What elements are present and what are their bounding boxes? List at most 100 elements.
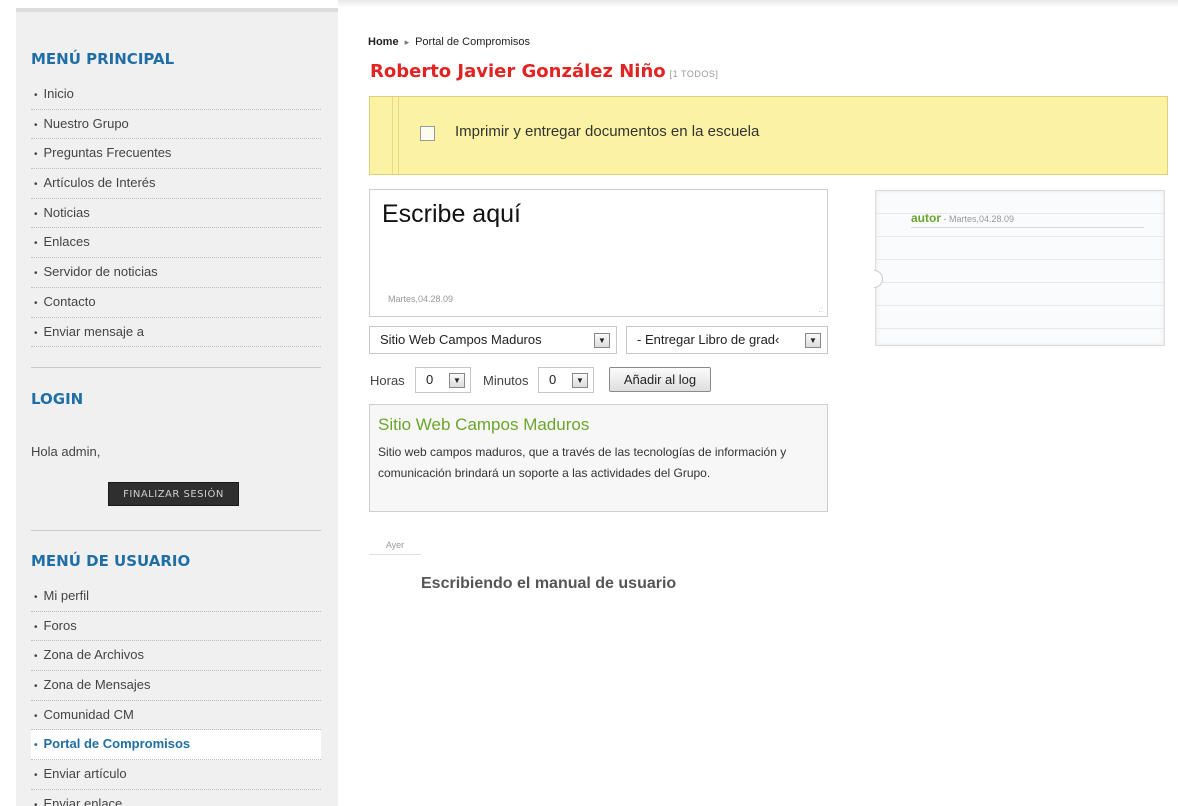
sidebar-item-label: Zona de Archivos xyxy=(43,647,144,663)
page-title: Roberto Javier González Niño [1 TODOS] xyxy=(370,61,718,82)
comment-author[interactable]: autor xyxy=(911,211,941,225)
sidebar-item-label: Enviar mensaje a xyxy=(43,323,144,339)
sidebar-item-label: Zona de Mensajes xyxy=(43,677,151,693)
sidebar-item[interactable]: • Enviar enlace xyxy=(31,790,321,806)
sidebar-item[interactable]: • Enviar artículo xyxy=(31,760,321,790)
sidebar-item[interactable]: • Foros xyxy=(31,612,321,642)
bullet-icon: • xyxy=(34,119,38,131)
divider xyxy=(911,227,1144,228)
sidebar-item[interactable]: • Inicio xyxy=(31,80,321,110)
sidebar-item-label: Contacto xyxy=(43,293,96,309)
sidebar-item-label: Noticias xyxy=(43,204,90,220)
bullet-icon: • xyxy=(34,740,38,752)
sidebar-item[interactable]: • Mi perfil xyxy=(31,582,321,612)
todo-strip xyxy=(398,97,399,174)
comment-date: - Martes,04.28.09 xyxy=(941,214,1015,224)
bullet-icon: • xyxy=(34,208,38,220)
bullet-icon: • xyxy=(34,90,38,101)
sidebar-item-label: Comunidad CM xyxy=(43,706,134,722)
todo-text: Imprimir y entregar documentos en la esc… xyxy=(455,123,760,140)
bullet-icon: • xyxy=(34,149,38,161)
chevron-down-icon[interactable]: ▼ xyxy=(449,373,465,388)
add-log-button[interactable]: Añadir al log xyxy=(609,367,711,392)
breadcrumb: Home ▸ Portal de Compromisos xyxy=(368,36,530,48)
menu-principal-list: • Inicio • Nuestro Grupo • Preguntas Frecuent… xyxy=(31,80,321,348)
bullet-icon: • xyxy=(34,297,38,309)
minutes-label: Minutos xyxy=(483,373,529,388)
bullet-icon: • xyxy=(34,621,38,633)
sidebar-item[interactable]: • Portal de Compromisos xyxy=(31,730,321,761)
sidebar-item[interactable]: • Preguntas Frecuentes xyxy=(31,139,321,170)
bullet-icon: • xyxy=(34,651,38,663)
task-select[interactable]: - Entregar Libro de grad‹ ▼ xyxy=(626,326,828,354)
page-title-text: Roberto Javier González Niño xyxy=(370,61,666,82)
task-select-value: - Entregar Libro de grad‹ xyxy=(637,332,780,347)
note-textarea[interactable]: Escribe aquí Martes,04.28.09 .: xyxy=(369,189,828,317)
menu-principal-heading: MENÚ PRINCIPAL xyxy=(31,50,175,68)
minutes-value: 0 xyxy=(549,372,557,387)
log-entry: Escribiendo el manual de usuario xyxy=(421,575,677,592)
sidebar-item[interactable]: • Contacto xyxy=(31,288,321,318)
login-heading: LOGIN xyxy=(31,390,84,408)
sidebar-item-label: Mi perfil xyxy=(43,588,90,603)
sidebar-item[interactable]: • Comunidad CM xyxy=(31,701,321,731)
hours-select[interactable]: 0 ▼ xyxy=(415,367,471,393)
todo-strip xyxy=(392,97,393,174)
sidebar-item-label: Artículos de Interés xyxy=(43,175,156,191)
hours-label: Horas xyxy=(370,373,405,388)
sidebar-item-label: Inicio xyxy=(43,86,74,101)
top-shadow xyxy=(338,0,1178,8)
bullet-icon: • xyxy=(34,268,38,280)
menu-usuario-list: • Mi perfil • Foros • Zona de Archivos • Zona d… xyxy=(31,582,321,806)
sidebar-item-label: Servidor de noticias xyxy=(43,264,158,280)
project-description: Sitio web campos maduros, que a través d… xyxy=(378,445,787,480)
login-greeting: Hola admin, xyxy=(31,444,101,459)
project-select[interactable]: Sitio Web Campos Maduros ▼ xyxy=(369,326,617,354)
project-info-box: Sitio Web Campos Maduros Sitio web campo… xyxy=(369,404,828,512)
sidebar-item[interactable]: • Zona de Mensajes xyxy=(31,671,321,701)
project-select-value: Sitio Web Campos Maduros xyxy=(380,332,542,347)
bullet-icon: • xyxy=(34,592,38,603)
todo-count: [1 TODOS] xyxy=(669,69,719,79)
menu-usuario-heading: MENÚ DE USUARIO xyxy=(31,552,191,570)
resize-grip-icon[interactable]: .: xyxy=(819,305,823,314)
note-date: Martes,04.28.09 xyxy=(388,294,454,304)
todo-checkbox[interactable] xyxy=(420,126,435,141)
sidebar-item-label: Enviar artículo xyxy=(43,766,127,782)
project-title[interactable]: Sitio Web Campos Maduros xyxy=(378,415,589,435)
sidebar-item-label: Nuestro Grupo xyxy=(43,115,129,131)
sidebar-item[interactable]: • Enviar mensaje a xyxy=(31,318,321,348)
sidebar-item-label: Enlaces xyxy=(43,234,90,250)
chevron-down-icon[interactable]: ▼ xyxy=(572,373,588,388)
sidebar-item-label: Preguntas Frecuentes xyxy=(43,145,172,161)
sidebar-item[interactable]: • Zona de Archivos xyxy=(31,641,321,672)
logout-button[interactable]: FINALIZAR SESIÓN xyxy=(108,482,239,506)
divider xyxy=(31,367,321,368)
sidebar-item-label: Foros xyxy=(43,617,77,633)
comment-header: autor - Martes,04.28.09 xyxy=(911,211,1014,225)
breadcrumb-current: Portal de Compromisos xyxy=(415,36,531,48)
todo-item: Imprimir y entregar documentos en la esc… xyxy=(369,96,1168,175)
log-day-label: Ayer xyxy=(369,540,421,555)
bullet-icon: • xyxy=(34,327,38,339)
sidebar-item[interactable]: • Noticias xyxy=(31,199,321,229)
sidebar-item-label: Enviar enlace xyxy=(43,795,123,806)
divider xyxy=(31,530,321,531)
note-text: Escribe aquí xyxy=(382,200,521,228)
minutes-select[interactable]: 0 ▼ xyxy=(538,367,594,393)
chevron-down-icon[interactable]: ▼ xyxy=(805,333,821,348)
bullet-icon: • xyxy=(34,799,38,806)
chevron-down-icon[interactable]: ▼ xyxy=(594,333,610,348)
breadcrumb-separator-icon: ▸ xyxy=(404,37,410,47)
sidebar-item[interactable]: • Artículos de Interés xyxy=(31,169,321,199)
sidebar-item[interactable]: • Enlaces xyxy=(31,228,321,259)
bullet-icon: • xyxy=(34,238,38,250)
breadcrumb-home-link[interactable]: Home xyxy=(368,36,399,48)
note-tab-icon xyxy=(874,270,883,288)
hours-value: 0 xyxy=(426,372,434,387)
sidebar-item[interactable]: • Servidor de noticias xyxy=(31,258,321,288)
bullet-icon: • xyxy=(34,710,38,722)
bullet-icon: • xyxy=(34,681,38,693)
bullet-icon: • xyxy=(34,179,38,191)
sidebar-item[interactable]: • Nuestro Grupo xyxy=(31,110,321,140)
